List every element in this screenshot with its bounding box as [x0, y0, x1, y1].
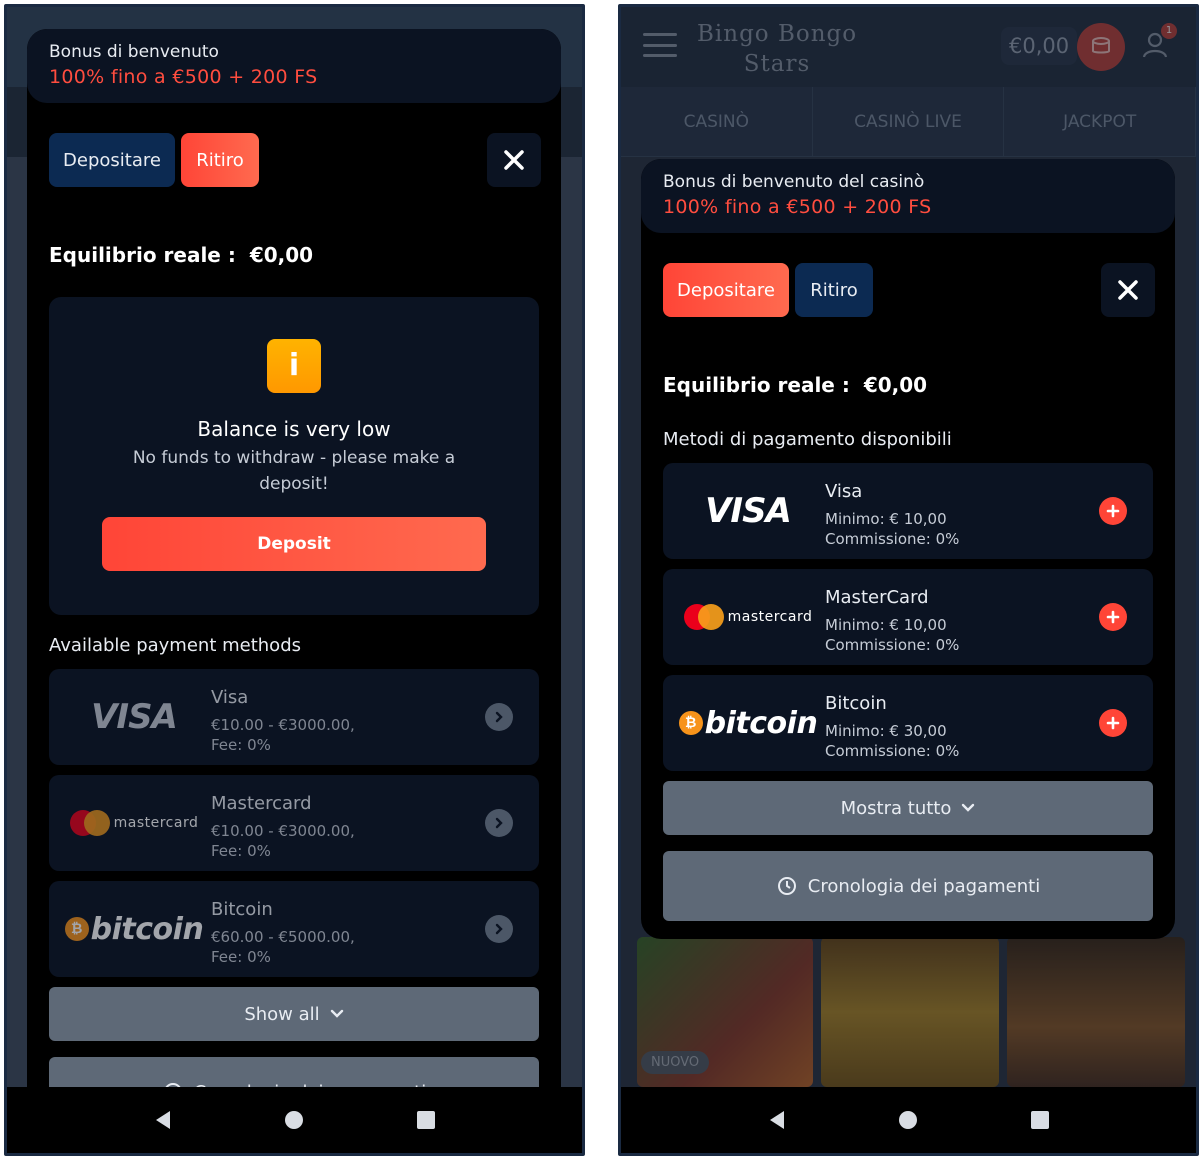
wallet-modal: Bonus di benvenuto del casinò 100% fino … — [641, 159, 1175, 939]
bitcoin-logo: ₿ bitcoin — [663, 675, 833, 771]
payment-method-mastercard[interactable]: mastercard MasterCard Minimo: € 10,00 Com… — [663, 569, 1153, 665]
payment-method-visa[interactable]: VISA Visa Minimo: € 10,00 Commissione: 0% — [663, 463, 1153, 559]
visa-logo: VISA — [91, 697, 178, 737]
android-navigation-bar — [621, 1087, 1196, 1153]
chevron-down-icon — [962, 803, 975, 812]
method-details: €60.00 - €5000.00, Fee: 0% — [211, 928, 355, 966]
payment-method-visa[interactable]: VISA Visa €10.00 - €3000.00, Fee: 0% — [49, 669, 539, 765]
method-details: Minimo: € 10,00 Commissione: 0% — [825, 510, 960, 548]
method-details: Minimo: € 10,00 Commissione: 0% — [825, 616, 960, 654]
visa-logo: VISA — [705, 491, 792, 531]
payment-method-bitcoin[interactable]: ₿ bitcoin Bitcoin Minimo: € 30,00 Commissi… — [663, 675, 1153, 771]
withdraw-tab-button[interactable]: Ritiro — [181, 133, 259, 187]
phone-screen-right: Bingo Bongo Stars €0,00 1 CASINÒ CASINÒ … — [618, 4, 1199, 1156]
bonus-title: Bonus di benvenuto del casinò — [663, 172, 925, 192]
payment-methods-title: Metodi di pagamento disponibili — [663, 429, 952, 450]
info-icon: i — [267, 339, 321, 393]
show-all-label: Mostra tutto — [840, 797, 952, 819]
home-icon[interactable] — [893, 1105, 923, 1135]
deposit-button[interactable]: Deposit — [102, 517, 486, 571]
back-icon[interactable] — [148, 1105, 178, 1135]
payment-history-button[interactable]: Cronologia dei pagamenti — [663, 851, 1153, 921]
payment-methods-title: Available payment methods — [49, 635, 301, 656]
close-button[interactable] — [1101, 263, 1155, 317]
plus-icon[interactable] — [1099, 497, 1127, 525]
method-name: Visa — [211, 687, 249, 708]
chevron-right-icon[interactable] — [485, 915, 513, 943]
close-icon — [504, 150, 524, 170]
balance-label: Equilibrio reale : — [663, 373, 850, 397]
show-all-label: Show all — [244, 1003, 320, 1025]
plus-icon[interactable] — [1099, 709, 1127, 737]
deposit-tab-button[interactable]: Depositare — [663, 263, 789, 317]
history-icon — [777, 877, 796, 895]
notice-text: No funds to withdraw - please make a dep… — [132, 448, 456, 494]
bonus-offer: 100% fino a €500 + 200 FS — [663, 196, 932, 218]
bonus-title: Bonus di benvenuto — [49, 42, 219, 62]
method-name: Bitcoin — [211, 899, 273, 920]
welcome-bonus-card[interactable]: Bonus di benvenuto del casinò 100% fino … — [641, 159, 1175, 233]
balance-label: Equilibrio reale : — [49, 243, 236, 267]
welcome-bonus-card[interactable]: Bonus di benvenuto 100% fino a €500 + 20… — [27, 29, 561, 103]
history-label: Cronologia dei pagamenti — [807, 875, 1041, 897]
method-name: MasterCard — [825, 587, 929, 608]
method-name: Bitcoin — [825, 693, 887, 714]
close-button[interactable] — [487, 133, 541, 187]
wallet-modal: Bonus di benvenuto 100% fino a €500 + 20… — [27, 29, 561, 1129]
method-details: Minimo: € 30,00 Commissione: 0% — [825, 722, 960, 760]
chevron-right-icon[interactable] — [485, 703, 513, 731]
recents-icon[interactable] — [1025, 1105, 1055, 1135]
method-name: Mastercard — [211, 793, 312, 814]
real-balance: Equilibrio reale : €0,00 — [663, 373, 927, 397]
method-details: €10.00 - €3000.00, Fee: 0% — [211, 716, 355, 754]
close-icon — [1118, 280, 1138, 300]
plus-icon[interactable] — [1099, 603, 1127, 631]
payment-method-bitcoin[interactable]: ₿ bitcoin Bitcoin €60.00 - €5000.00, Fee: … — [49, 881, 539, 977]
withdraw-tab-button[interactable]: Ritiro — [795, 263, 873, 317]
real-balance: Equilibrio reale : €0,00 — [49, 243, 313, 267]
chevron-right-icon[interactable] — [485, 809, 513, 837]
show-all-button[interactable]: Show all — [49, 987, 539, 1041]
deposit-tab-button[interactable]: Depositare — [49, 133, 175, 187]
bonus-offer: 100% fino a €500 + 200 FS — [49, 66, 318, 88]
balance-value: €0,00 — [863, 373, 928, 397]
android-navigation-bar — [7, 1087, 582, 1153]
back-icon[interactable] — [762, 1105, 792, 1135]
method-details: €10.00 - €3000.00, Fee: 0% — [211, 822, 355, 860]
balance-value: €0,00 — [249, 243, 314, 267]
phone-screen-left: Bonus di benvenuto 100% fino a €500 + 20… — [4, 4, 585, 1156]
notice-title: Balance is very low — [197, 417, 391, 441]
low-balance-notice: i Balance is very low No funds to withdr… — [49, 297, 539, 615]
payment-method-mastercard[interactable]: mastercard Mastercard €10.00 - €3000.00,… — [49, 775, 539, 871]
method-name: Visa — [825, 481, 863, 502]
recents-icon[interactable] — [411, 1105, 441, 1135]
show-all-button[interactable]: Mostra tutto — [663, 781, 1153, 835]
mastercard-logo: mastercard — [663, 569, 833, 665]
bitcoin-logo: ₿ bitcoin — [49, 881, 219, 977]
chevron-down-icon — [330, 1009, 343, 1018]
mastercard-logo: mastercard — [49, 775, 219, 871]
home-icon[interactable] — [279, 1105, 309, 1135]
